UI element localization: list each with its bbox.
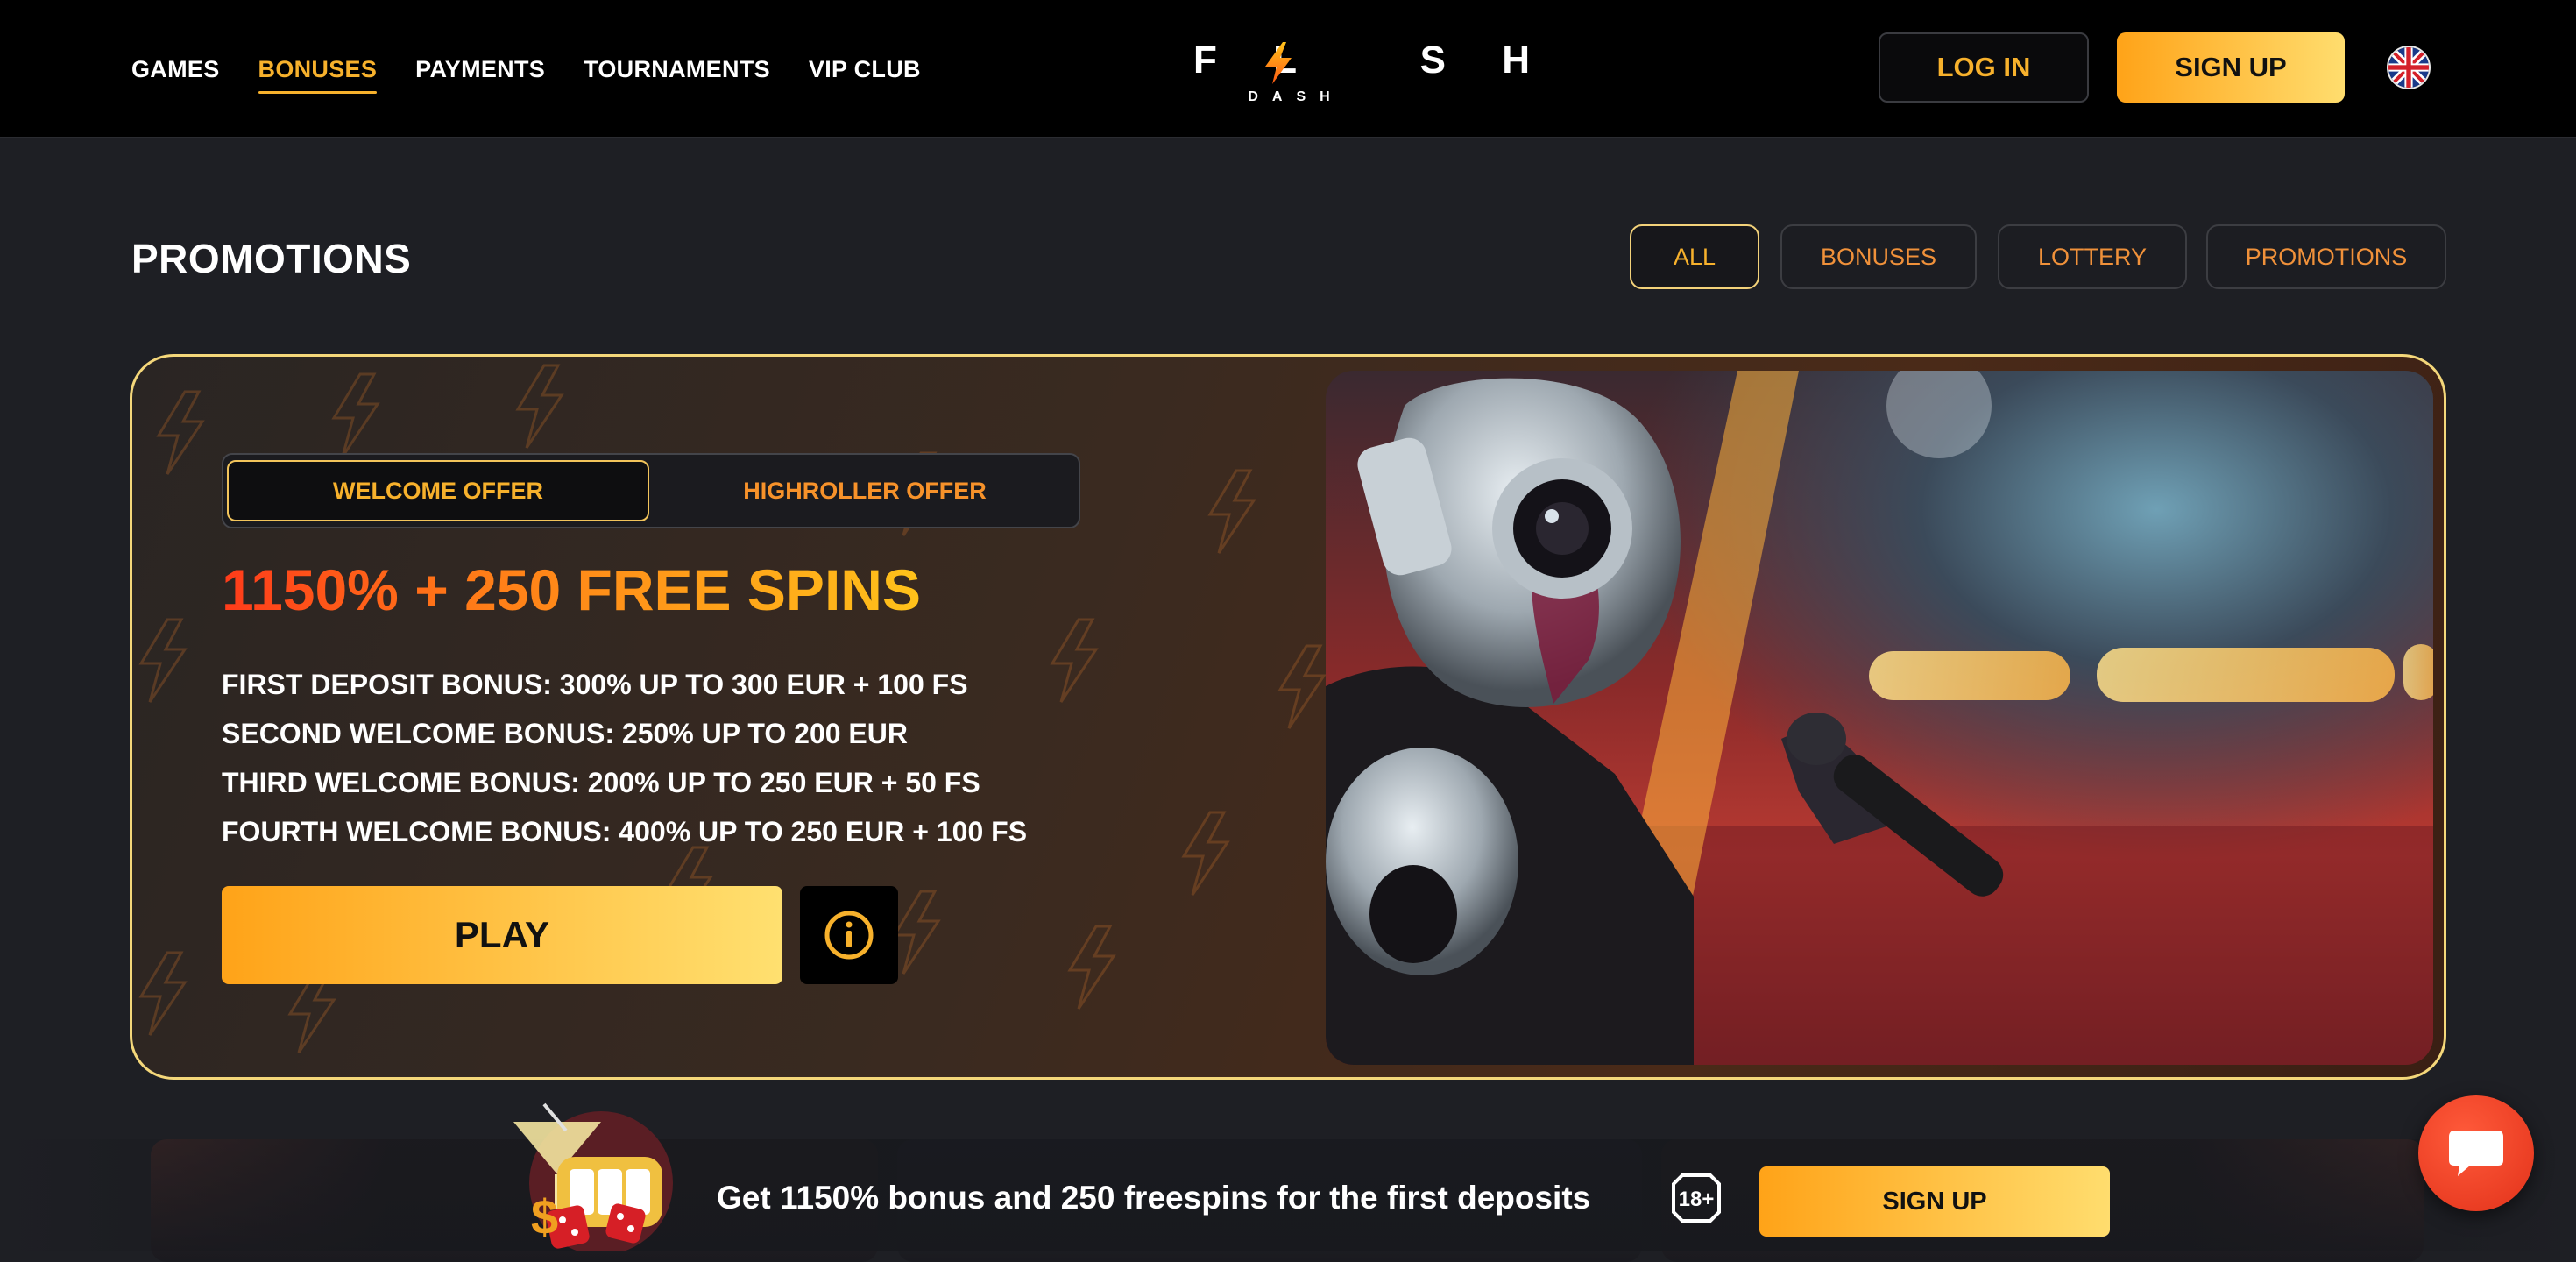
bonus-line-1: FIRST DEPOSIT BONUS: 300% UP TO 300 EUR … bbox=[222, 669, 968, 700]
bonus-line-2: SECOND WELCOME BONUS: 250% UP TO 200 EUR bbox=[222, 718, 908, 749]
nav-vip-club[interactable]: VIP CLUB bbox=[809, 56, 921, 83]
uk-flag-graphic bbox=[2388, 47, 2429, 88]
robot-illustration bbox=[1326, 371, 2433, 1065]
login-button[interactable]: LOG IN bbox=[1879, 32, 2089, 103]
filter-all[interactable]: ALL bbox=[1630, 224, 1759, 289]
banner-signup-button[interactable]: SIGN UP bbox=[1759, 1166, 2110, 1237]
bonus-list: FIRST DEPOSIT BONUS: 300% UP TO 300 EUR … bbox=[222, 660, 1027, 856]
page-title: PROMOTIONS bbox=[131, 236, 412, 281]
header: GAMES BONUSES PAYMENTS TOURNAMENTS VIP C… bbox=[0, 0, 2576, 138]
lightning-bolt-icon bbox=[1265, 42, 1292, 84]
chat-button[interactable] bbox=[2418, 1095, 2534, 1211]
offer-tabs: WELCOME OFFER HIGHROLLER OFFER bbox=[222, 453, 1080, 528]
filter-lottery[interactable]: LOTTERY bbox=[1998, 224, 2187, 289]
chat-bubble-icon bbox=[2449, 1131, 2503, 1176]
tab-highroller-offer[interactable]: HIGHROLLER OFFER bbox=[653, 460, 1077, 521]
nav-bonuses[interactable]: BONUSES bbox=[258, 56, 378, 94]
logo-subtitle: DASH bbox=[1248, 89, 1344, 104]
play-button[interactable]: PLAY bbox=[222, 886, 782, 984]
info-button[interactable] bbox=[800, 886, 898, 984]
robot-singer-image bbox=[1326, 371, 2433, 1065]
nav-tournaments[interactable]: TOURNAMENTS bbox=[584, 56, 770, 83]
promo-hero-card: WELCOME OFFER HIGHROLLER OFFER 1150% + 2… bbox=[130, 354, 2446, 1080]
bonus-line-4: FOURTH WELCOME BONUS: 400% UP TO 250 EUR… bbox=[222, 816, 1028, 847]
svg-text:18+: 18+ bbox=[1679, 1188, 1715, 1211]
slot-cocktail-icon: $ bbox=[513, 1102, 673, 1251]
uk-flag-icon[interactable] bbox=[2387, 46, 2431, 89]
main-nav: GAMES BONUSES PAYMENTS TOURNAMENTS VIP C… bbox=[131, 0, 921, 138]
offer-headline: 1150% + 250 FREE SPINS bbox=[222, 557, 921, 622]
age-restriction-icon: 18+ bbox=[1672, 1173, 1721, 1223]
signup-button[interactable]: SIGN UP bbox=[2117, 32, 2345, 103]
logo[interactable]: F L S H DASH bbox=[1171, 39, 1530, 110]
bonus-line-3: THIRD WELCOME BONUS: 200% UP TO 250 EUR … bbox=[222, 767, 980, 798]
tab-welcome-offer[interactable]: WELCOME OFFER bbox=[227, 460, 649, 521]
filter-bonuses[interactable]: BONUSES bbox=[1780, 224, 1977, 289]
svg-text:$: $ bbox=[531, 1189, 558, 1244]
banner-text: Get 1150% bonus and 250 freespins for th… bbox=[717, 1180, 1591, 1216]
filter-promotions[interactable]: PROMOTIONS bbox=[2206, 224, 2446, 289]
nav-payments[interactable]: PAYMENTS bbox=[415, 56, 545, 83]
info-icon bbox=[824, 911, 874, 960]
nav-games[interactable]: GAMES bbox=[131, 56, 220, 83]
